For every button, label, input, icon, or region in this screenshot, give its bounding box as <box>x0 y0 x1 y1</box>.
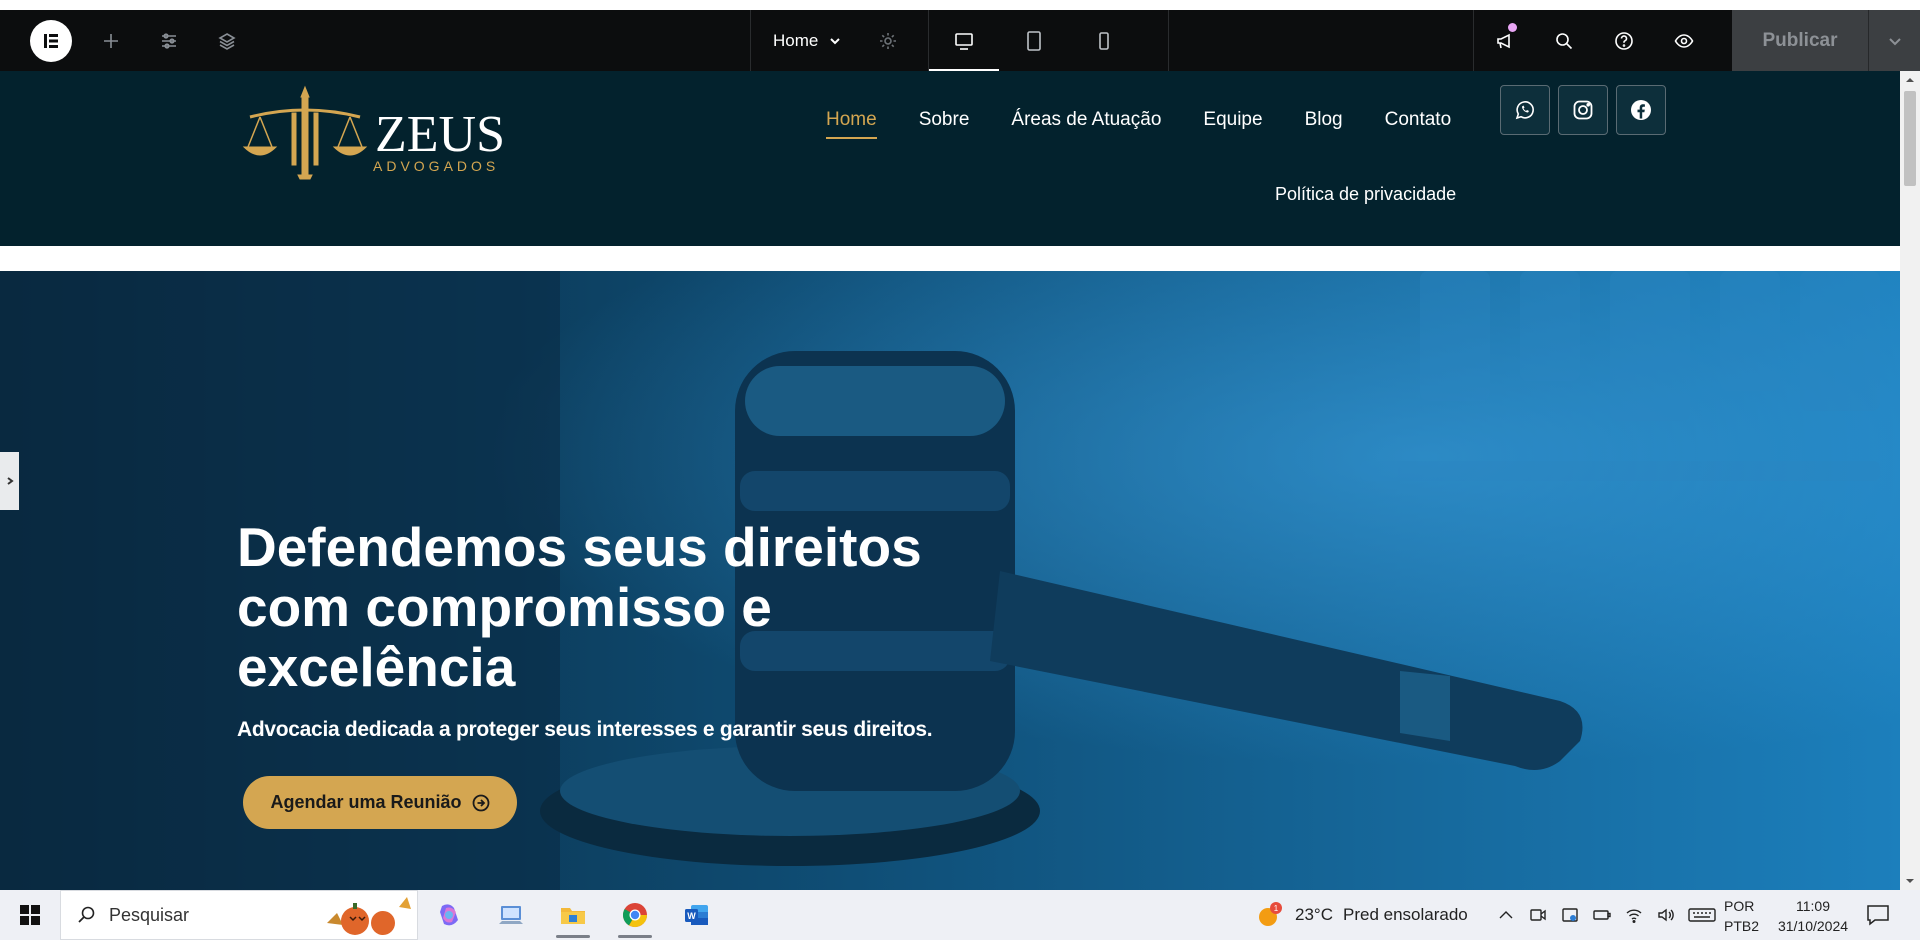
editor-canvas: ZEUS ADVOGADOS Home Sobre Áreas de Atuaç… <box>0 71 1900 890</box>
notification-dot <box>1508 23 1517 32</box>
logo-name: ZEUS <box>375 106 505 163</box>
nav-item-equipe[interactable]: Equipe <box>1203 109 1262 139</box>
site-header[interactable]: ZEUS ADVOGADOS Home Sobre Áreas de Atuaç… <box>0 71 1900 246</box>
lang-code: POR <box>1724 898 1755 914</box>
clock-date: 31/10/2024 <box>1777 918 1849 934</box>
schedule-meeting-button[interactable]: Agendar uma Reunião <box>243 776 517 829</box>
page-name: Home <box>773 30 819 50</box>
top-strip <box>0 0 1920 10</box>
schedule-meeting-label: Agendar uma Reunião <box>270 792 462 812</box>
desktop-view-icon[interactable] <box>929 10 999 71</box>
taskbar-search[interactable]: Pesquisar <box>60 890 418 940</box>
publish-button[interactable]: Publicar <box>1732 10 1868 71</box>
mobile-view-icon[interactable] <box>1069 10 1139 71</box>
file-explorer-icon[interactable] <box>542 890 604 940</box>
remote-desktop-icon[interactable] <box>480 890 542 940</box>
page-settings-gear-icon[interactable] <box>878 31 898 51</box>
logo-tagline: ADVOGADOS <box>373 158 500 174</box>
windows-start-icon[interactable] <box>0 890 60 940</box>
keyboard-icon[interactable] <box>1688 905 1716 925</box>
site-logo[interactable]: ZEUS ADVOGADOS <box>240 85 510 185</box>
publish-options-button[interactable] <box>1868 10 1920 71</box>
facebook-icon[interactable] <box>1616 85 1666 135</box>
weather-widget[interactable]: 1 23°C Pred ensolarado <box>1255 890 1468 940</box>
nav-item-areas[interactable]: Áreas de Atuação <box>1011 109 1161 139</box>
nav-item-privacy[interactable]: Política de privacidade <box>1275 184 1456 205</box>
system-tray <box>1496 890 1716 940</box>
taskbar-search-placeholder: Pesquisar <box>109 904 190 925</box>
preview-eye-icon[interactable] <box>1654 10 1714 71</box>
notifications-icon[interactable] <box>1866 904 1890 926</box>
main-nav: Home Sobre Áreas de Atuação Equipe Blog … <box>826 109 1451 139</box>
lang-layout: PTB2 <box>1724 918 1760 934</box>
wifi-icon[interactable] <box>1624 905 1644 925</box>
canvas-scrollbar[interactable] <box>1900 71 1920 890</box>
weather-sun-icon: 1 <box>1259 902 1282 926</box>
nav-item-contato[interactable]: Contato <box>1385 109 1452 139</box>
instagram-icon[interactable] <box>1558 85 1608 135</box>
chevron-down-icon <box>830 37 841 44</box>
battery-icon[interactable] <box>1592 905 1612 925</box>
site-settings-icon[interactable] <box>140 10 198 71</box>
svg-text:W: W <box>687 911 696 921</box>
hero-title: Defendemos seus direitos com compromisso… <box>237 516 922 698</box>
chevron-up-icon[interactable] <box>1496 905 1516 925</box>
scroll-up-arrow-icon[interactable] <box>1905 75 1915 85</box>
chevron-down-icon <box>1888 37 1901 45</box>
nav-item-sobre[interactable]: Sobre <box>919 109 970 139</box>
meet-now-icon[interactable] <box>1528 905 1548 925</box>
copilot-icon[interactable] <box>418 890 480 940</box>
windows-taskbar: Pesquisar W 1 23°C Pred ensolarado POR P… <box>0 890 1920 940</box>
chevron-right-icon <box>6 477 14 485</box>
chrome-icon[interactable] <box>604 890 666 940</box>
input-language[interactable]: POR PTB2 <box>1724 896 1759 936</box>
announcements-megaphone-icon[interactable] <box>1474 10 1534 71</box>
clock-time: 11:09 <box>1796 898 1830 914</box>
word-icon[interactable]: W <box>666 890 728 940</box>
halloween-pumpkins-icon <box>327 897 411 935</box>
nav-item-blog[interactable]: Blog <box>1305 109 1343 139</box>
editor-top-bar: Home Publicar <box>0 10 1920 71</box>
add-element-icon[interactable] <box>82 10 140 71</box>
tablet-view-icon[interactable] <box>999 10 1069 71</box>
nav-item-home[interactable]: Home <box>826 109 877 139</box>
page-selector[interactable]: Home <box>751 10 929 71</box>
section-spacer <box>0 246 1900 271</box>
layers-icon[interactable] <box>198 10 256 71</box>
hero-section[interactable]: Defendemos seus direitos com compromisso… <box>0 271 1900 890</box>
scroll-down-arrow-icon[interactable] <box>1905 876 1915 886</box>
svg-text:1: 1 <box>1274 904 1279 913</box>
arrow-circle-right-icon <box>472 794 489 811</box>
panel-toggle-handle[interactable] <box>0 452 19 510</box>
security-icon[interactable] <box>1560 905 1580 925</box>
scales-of-justice-logo-icon <box>242 85 368 180</box>
social-links <box>1500 85 1666 135</box>
search-icon <box>78 906 95 923</box>
elementor-logo-icon[interactable] <box>30 19 72 62</box>
hero-subtitle: Advocacia dedicada a proteger seus inter… <box>237 718 933 741</box>
taskbar-clock[interactable]: 11:09 31/10/2024 <box>1768 896 1858 936</box>
search-icon[interactable] <box>1534 10 1594 71</box>
volume-icon[interactable] <box>1656 905 1676 925</box>
whatsapp-icon[interactable] <box>1500 85 1550 135</box>
help-icon[interactable] <box>1594 10 1654 71</box>
weather-desc: Pred ensolarado <box>1342 905 1468 924</box>
weather-temp: 23°C <box>1295 905 1333 924</box>
scroll-thumb[interactable] <box>1904 91 1916 186</box>
